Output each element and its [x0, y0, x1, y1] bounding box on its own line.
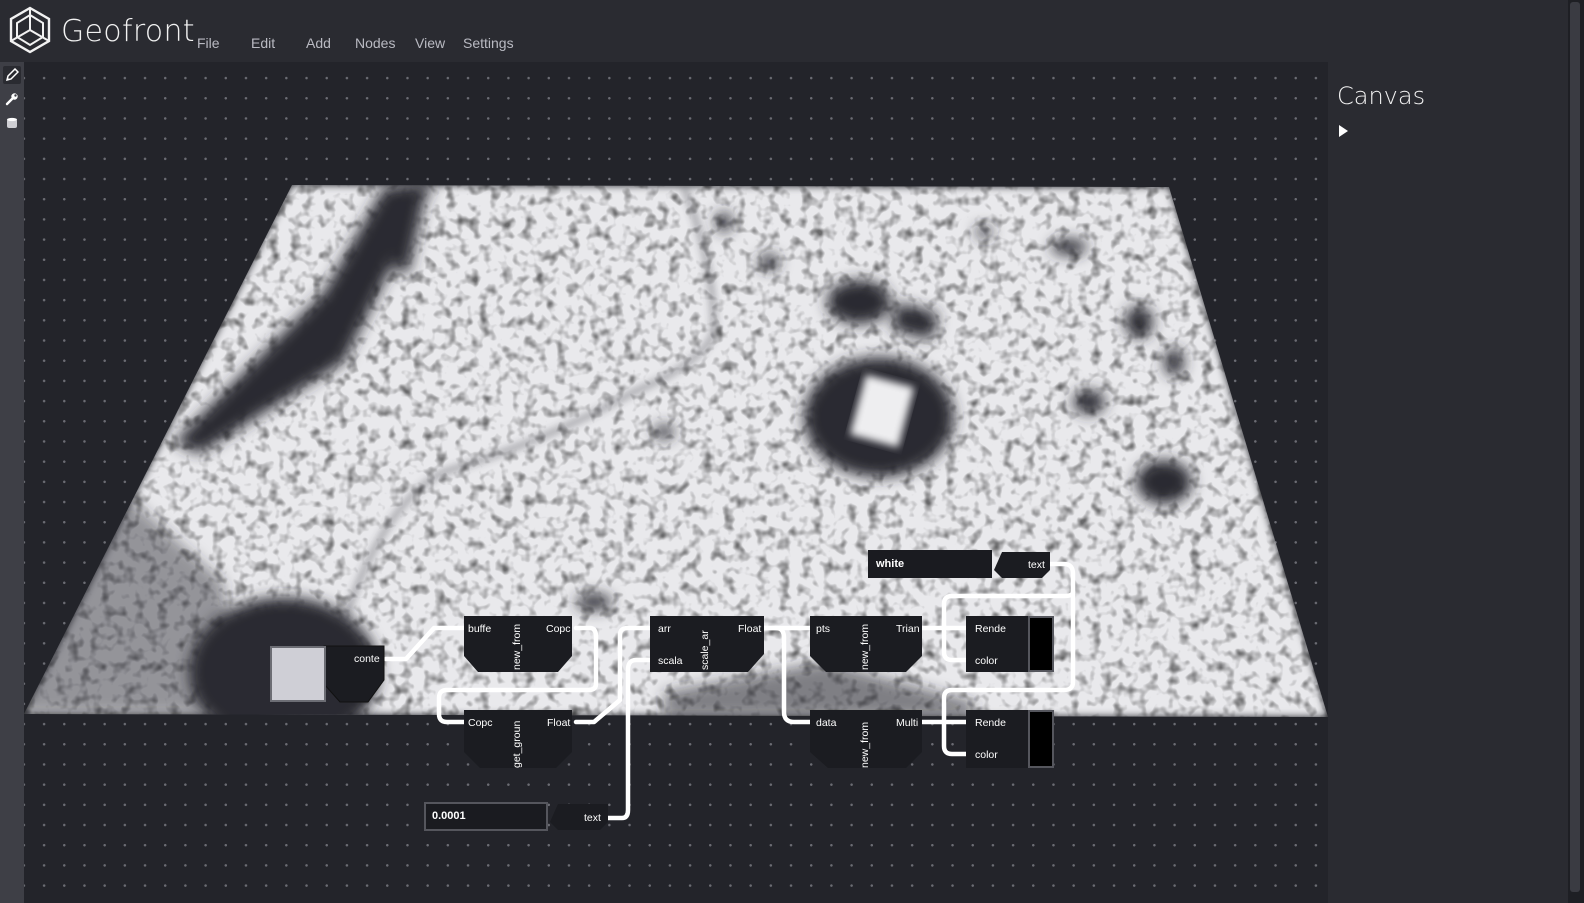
- menu-file[interactable]: File: [197, 35, 220, 51]
- terrain-render: [24, 185, 1328, 717]
- pencil-icon: [5, 68, 19, 82]
- port-rende-bottom[interactable]: Rende: [975, 717, 1006, 729]
- port-data[interactable]: data: [816, 717, 836, 729]
- node-name-get-groun: get_groun: [511, 720, 523, 768]
- number-port-body: [550, 804, 608, 830]
- port-color-bottom[interactable]: color: [975, 749, 998, 761]
- port-multi[interactable]: Multi: [896, 717, 918, 729]
- multi-node[interactable]: data new_from Multi: [808, 708, 928, 770]
- left-toolbar: [0, 62, 24, 903]
- geofront-logo-icon: [9, 6, 51, 54]
- text-input-node[interactable]: white text: [868, 550, 1054, 580]
- port-float-out[interactable]: Float: [547, 717, 570, 729]
- port-copc-out[interactable]: Copc: [546, 623, 571, 635]
- port-arr[interactable]: arr: [658, 623, 671, 635]
- wrench-tool[interactable]: [3, 90, 21, 108]
- render-node-bottom[interactable]: Rende color: [964, 708, 1056, 770]
- node-name-new-from: new_from: [511, 623, 523, 670]
- window-scrollbar[interactable]: [1568, 0, 1584, 903]
- ground-node[interactable]: Copc get_groun Float: [458, 708, 578, 770]
- node-name-new-from-multi: new_from: [859, 721, 871, 768]
- expand-arrow-icon[interactable]: [1339, 125, 1348, 137]
- port-text-number[interactable]: text: [584, 812, 601, 824]
- node-name-scale-ar: scale_ar: [699, 630, 711, 670]
- port-buffe[interactable]: buffe: [468, 623, 491, 635]
- node-canvas[interactable]: conte buffe new_from Copc Copc get_groun…: [24, 62, 1328, 903]
- render-top-swatch: [1028, 616, 1054, 672]
- menu-nodes[interactable]: Nodes: [355, 35, 395, 51]
- number-input-node[interactable]: 0.0001 text: [424, 802, 610, 832]
- scrollbar-thumb[interactable]: [1570, 2, 1580, 892]
- top-bar: Geofront File Edit Add Nodes View Settin…: [0, 0, 1568, 62]
- buffer-node[interactable]: buffe new_from Copc: [458, 614, 578, 674]
- menu-view[interactable]: View: [415, 35, 445, 51]
- scale-node[interactable]: arr scala scale_ar Float: [648, 614, 768, 674]
- node-name-new-from-tri: new_from: [859, 623, 871, 670]
- wrench-icon: [5, 93, 18, 106]
- color-input-node[interactable]: conte: [268, 645, 385, 706]
- text-value-field[interactable]: white: [868, 550, 992, 578]
- port-text-white[interactable]: text: [1028, 559, 1045, 571]
- pencil-tool[interactable]: [3, 66, 21, 84]
- triangulation-node[interactable]: pts new_from Trian: [808, 614, 928, 674]
- text-port-body: [994, 552, 1050, 578]
- render-node-top[interactable]: Rende color: [964, 614, 1056, 674]
- port-pts[interactable]: pts: [816, 623, 830, 635]
- menu-add[interactable]: Add: [306, 35, 331, 51]
- properties-panel: Canvas: [1328, 62, 1568, 903]
- port-conte[interactable]: conte: [354, 653, 380, 665]
- number-value-field[interactable]: 0.0001: [424, 802, 548, 831]
- color-swatch[interactable]: [270, 646, 326, 702]
- port-color-top[interactable]: color: [975, 655, 998, 667]
- port-trian[interactable]: Trian: [896, 623, 920, 635]
- cylinder-icon: [7, 117, 17, 128]
- menu-edit[interactable]: Edit: [251, 35, 275, 51]
- port-rende-top[interactable]: Rende: [975, 623, 1006, 635]
- port-scala[interactable]: scala: [658, 655, 683, 667]
- data-tool[interactable]: [3, 114, 21, 132]
- render-bottom-swatch: [1028, 710, 1054, 768]
- app-title: Geofront: [61, 14, 195, 49]
- port-float-scale-out[interactable]: Float: [738, 623, 761, 635]
- menu-settings[interactable]: Settings: [463, 35, 514, 51]
- port-copc-in[interactable]: Copc: [468, 717, 493, 729]
- panel-title: Canvas: [1337, 82, 1426, 110]
